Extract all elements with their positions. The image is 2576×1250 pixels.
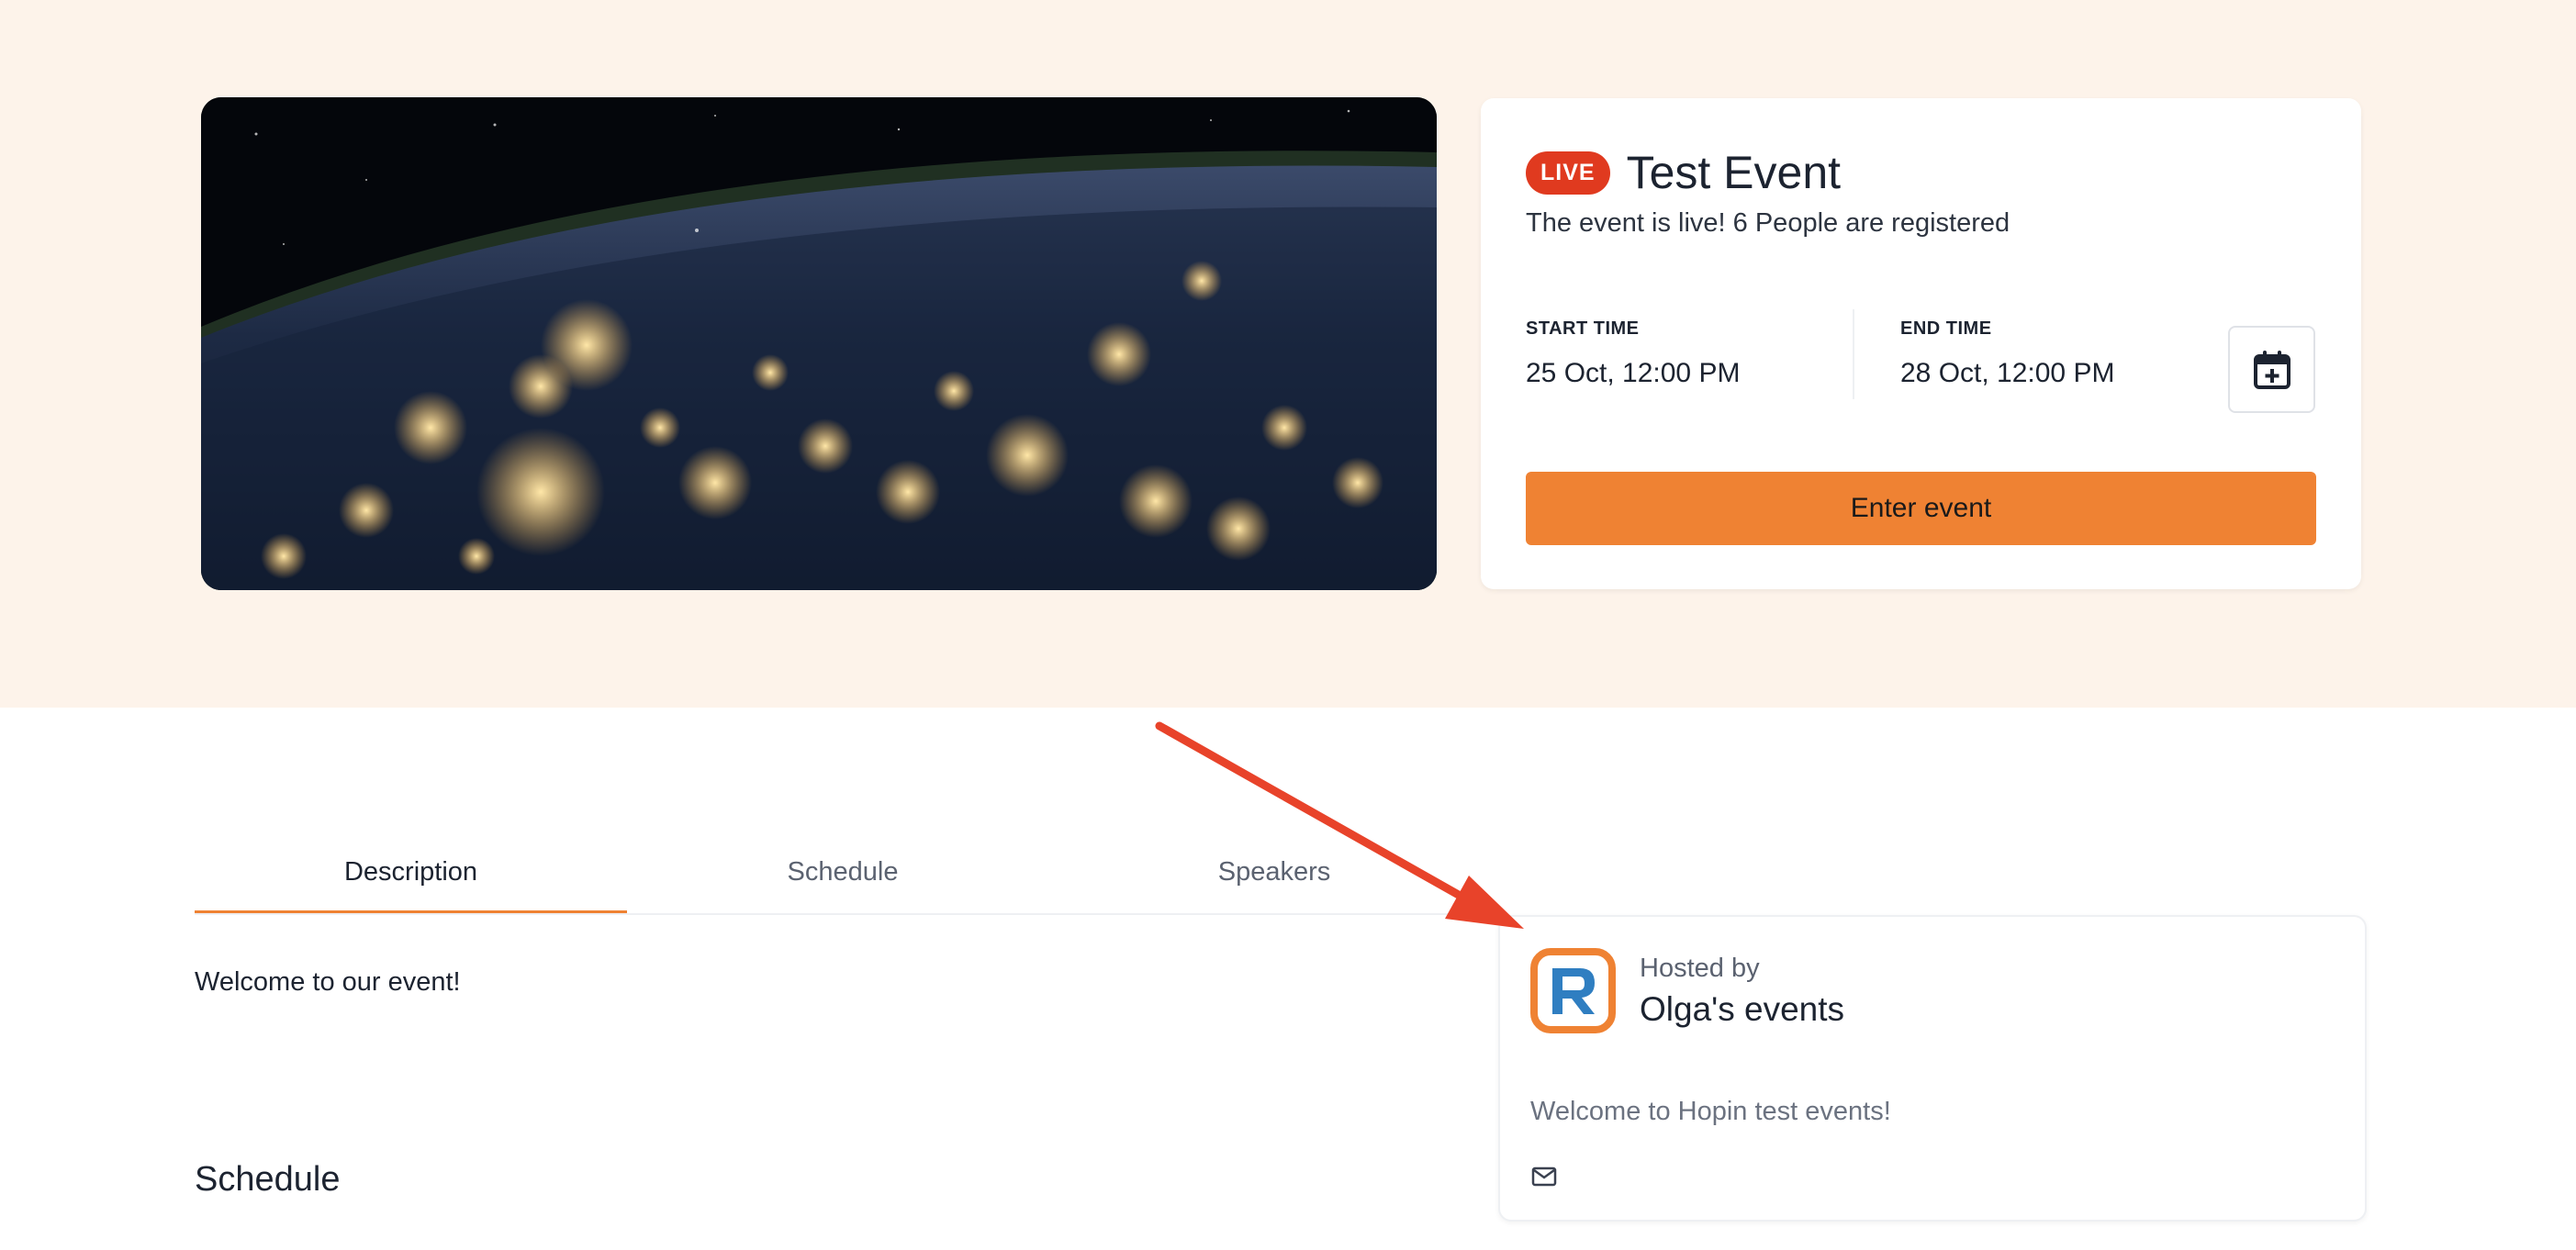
host-logo[interactable] [1530, 948, 1616, 1033]
start-time-block: START TIME 25 Oct, 12:00 PM [1526, 318, 1740, 389]
tab-schedule[interactable]: Schedule [627, 835, 1058, 914]
calendar-plus-icon [2253, 350, 2290, 389]
hosted-by-label: Hosted by [1640, 954, 1760, 983]
live-badge: LIVE [1526, 151, 1610, 195]
enter-event-button[interactable]: Enter event [1526, 472, 2316, 545]
event-tabs: Description Schedule Speakers [195, 835, 1498, 914]
tabs-divider [195, 913, 1498, 915]
mail-icon[interactable] [1531, 1166, 1557, 1187]
end-time-value: 28 Oct, 12:00 PM [1900, 358, 2115, 388]
description-text: Welcome to our event! [195, 967, 461, 997]
start-time-value: 25 Oct, 12:00 PM [1526, 358, 1741, 388]
earth-at-night-image [201, 97, 1437, 590]
start-time-label: START TIME [1526, 318, 1640, 339]
event-page: LIVE Test Event The event is live! 6 Peo… [0, 0, 2576, 1250]
end-time-label: END TIME [1900, 318, 1992, 339]
event-title: Test Event [1626, 147, 1842, 198]
host-description: Welcome to Hopin test events! [1530, 1097, 1891, 1126]
event-cover-image [201, 97, 1437, 590]
tab-speakers[interactable]: Speakers [1058, 835, 1490, 914]
tab-description[interactable]: Description [195, 835, 627, 914]
hero-band: LIVE Test Event The event is live! 6 Peo… [0, 0, 2576, 708]
event-info-card: LIVE Test Event The event is live! 6 Peo… [1481, 98, 2361, 589]
add-to-calendar-button[interactable] [2228, 326, 2315, 413]
schedule-heading: Schedule [195, 1160, 341, 1199]
host-card: Hosted by Olga's events Welcome to Hopin… [1498, 915, 2367, 1222]
end-time-block: END TIME 28 Oct, 12:00 PM [1900, 318, 2114, 389]
event-title-row: LIVE Test Event [1526, 146, 1841, 199]
host-name[interactable]: Olga's events [1640, 990, 1844, 1029]
event-status-text: The event is live! 6 People are register… [1526, 208, 2010, 238]
time-divider [1853, 309, 1854, 399]
